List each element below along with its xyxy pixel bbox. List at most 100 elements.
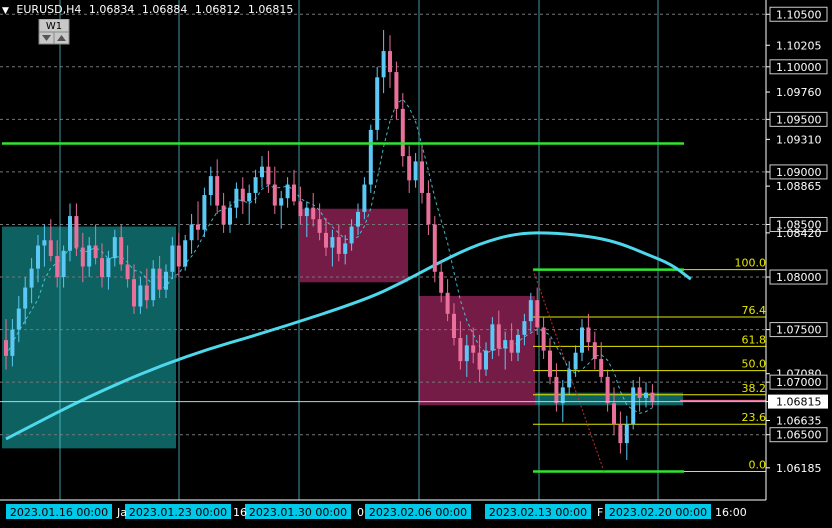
candle-body[interactable] — [112, 237, 117, 259]
candle-body[interactable] — [125, 264, 130, 280]
candle-body[interactable] — [285, 184, 290, 199]
candle-body[interactable] — [93, 245, 98, 259]
candle-body[interactable] — [503, 340, 508, 349]
candle-body[interactable] — [151, 268, 156, 301]
candle-body[interactable] — [202, 195, 207, 230]
candle-body[interactable] — [240, 188, 245, 202]
candle-body[interactable] — [631, 387, 636, 425]
candle-body[interactable] — [541, 327, 546, 351]
candle-body[interactable] — [106, 258, 111, 278]
candle-body[interactable] — [458, 337, 463, 362]
candle-body[interactable] — [221, 205, 226, 225]
candle-body[interactable] — [183, 240, 188, 267]
candle-body[interactable] — [304, 207, 309, 217]
candle-body[interactable] — [343, 243, 348, 254]
candle-body[interactable] — [592, 342, 597, 360]
price-chart[interactable]: 100.0 76.4 61.8 50.0 38.2 23.6 0.0 1.10500 1.10… — [0, 0, 832, 524]
candle-body[interactable] — [400, 108, 405, 157]
candle-body[interactable] — [586, 327, 591, 343]
candle-body[interactable] — [292, 184, 296, 202]
candle-body[interactable] — [36, 245, 40, 269]
candle-body[interactable] — [144, 285, 149, 301]
candle-body[interactable] — [375, 77, 380, 130]
candle-body[interactable] — [650, 392, 655, 402]
candle-body[interactable] — [490, 324, 495, 351]
candle-body[interactable] — [260, 166, 264, 178]
candle-body[interactable] — [74, 216, 79, 248]
candle-body[interactable] — [208, 176, 213, 196]
candle-body[interactable] — [68, 216, 72, 251]
chart-window[interactable]: 100.0 76.4 61.8 50.0 38.2 23.6 0.0 1.10500 1.10… — [0, 0, 832, 524]
candle-body[interactable] — [567, 369, 572, 388]
candle-body[interactable] — [317, 219, 322, 233]
candle-body[interactable] — [80, 247, 85, 267]
candle-body[interactable] — [10, 329, 15, 356]
candle-body[interactable] — [605, 376, 610, 404]
candle-body[interactable] — [42, 240, 47, 246]
candle-body[interactable] — [298, 201, 303, 217]
candle-body[interactable] — [356, 211, 360, 227]
candle-body[interactable] — [48, 240, 53, 257]
candle-body[interactable] — [253, 177, 258, 193]
candle-body[interactable] — [528, 300, 533, 322]
candle-body[interactable] — [618, 424, 623, 444]
candle-body[interactable] — [362, 184, 367, 212]
candle-body[interactable] — [368, 129, 373, 185]
candle-body[interactable] — [164, 271, 168, 290]
candle-body[interactable] — [394, 72, 399, 109]
candle-body[interactable] — [349, 226, 354, 244]
candle-body[interactable] — [119, 237, 124, 265]
candle-body[interactable] — [311, 207, 316, 220]
candle-body[interactable] — [439, 271, 444, 293]
candle-body[interactable] — [413, 161, 418, 181]
candle-body[interactable] — [535, 300, 540, 328]
candle-body[interactable] — [580, 327, 584, 353]
candle-body[interactable] — [624, 424, 629, 444]
candle-body[interactable] — [420, 161, 424, 193]
candle-body[interactable] — [266, 166, 271, 185]
candle-body[interactable] — [4, 340, 8, 356]
candle-body[interactable] — [228, 207, 232, 225]
candle-body[interactable] — [471, 345, 476, 353]
dropdown-triangle-icon[interactable]: ▼ — [2, 6, 9, 16]
candle-body[interactable] — [599, 359, 604, 377]
candle-body[interactable] — [464, 345, 469, 362]
candle-body[interactable] — [157, 268, 162, 290]
candle-body[interactable] — [509, 340, 514, 353]
candle-body[interactable] — [426, 192, 431, 225]
candle-body[interactable] — [644, 392, 648, 398]
candle-body[interactable] — [452, 313, 456, 338]
candle-body[interactable] — [100, 258, 104, 278]
candle-body[interactable] — [522, 321, 527, 335]
candle-body[interactable] — [55, 256, 60, 278]
candle-body[interactable] — [554, 376, 559, 404]
supply-zone[interactable] — [300, 208, 408, 283]
candle-body[interactable] — [215, 176, 220, 206]
candle-body[interactable] — [612, 403, 616, 425]
candle-body[interactable] — [388, 51, 392, 73]
candle-body[interactable] — [560, 387, 565, 404]
candle-body[interactable] — [176, 245, 181, 267]
candle-body[interactable] — [381, 51, 386, 78]
candle-body[interactable] — [516, 334, 520, 353]
candle-body[interactable] — [189, 224, 194, 241]
candle-body[interactable] — [573, 352, 578, 370]
candle-body[interactable] — [138, 285, 143, 307]
candle-body[interactable] — [496, 324, 501, 349]
candle-body[interactable] — [548, 350, 552, 377]
candle-body[interactable] — [336, 237, 341, 254]
candle-body[interactable] — [330, 237, 335, 248]
candle-body[interactable] — [247, 192, 252, 202]
candle-body[interactable] — [87, 245, 92, 267]
candle-body[interactable] — [234, 188, 239, 208]
candle-body[interactable] — [170, 245, 175, 272]
candle-body[interactable] — [407, 156, 412, 181]
candle-body[interactable] — [484, 350, 488, 370]
candle-body[interactable] — [324, 232, 328, 248]
candle-body[interactable] — [23, 287, 28, 309]
candle-body[interactable] — [61, 250, 66, 278]
candle-body[interactable] — [16, 308, 21, 330]
candle-body[interactable] — [445, 292, 450, 314]
candle-body[interactable] — [272, 184, 277, 206]
candle-body[interactable] — [29, 268, 34, 288]
